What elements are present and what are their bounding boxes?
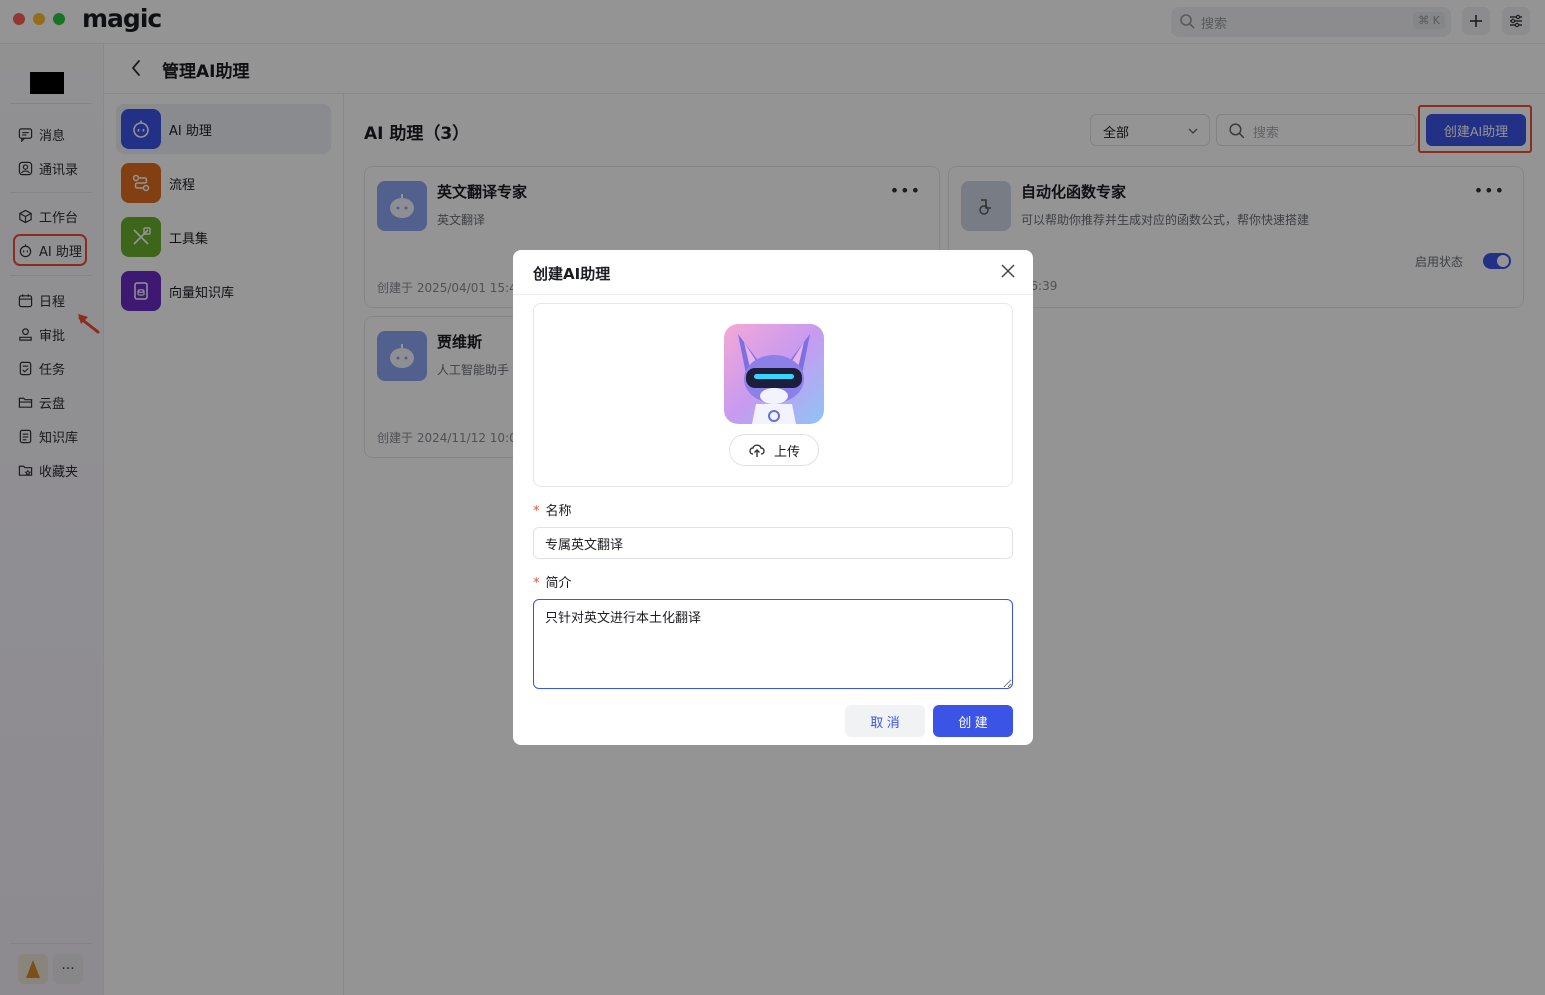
- fox-robot-avatar-icon: [738, 334, 810, 424]
- assistant-avatar-image: [724, 324, 824, 424]
- dialog-header: 创建AI助理: [513, 250, 1033, 295]
- upload-button[interactable]: 上传: [729, 434, 819, 466]
- name-label-text: 名称: [545, 504, 572, 519]
- description-textarea[interactable]: 只针对英文进行本土化翻译: [533, 599, 1013, 689]
- required-mark: *: [533, 504, 540, 519]
- upload-label: 上传: [773, 444, 800, 460]
- avatar-upload-area: 上传: [533, 303, 1013, 487]
- close-icon[interactable]: [1001, 264, 1015, 278]
- required-mark: *: [533, 576, 540, 591]
- dialog-title: 创建AI助理: [533, 265, 611, 283]
- cloud-upload-icon: [749, 444, 765, 457]
- cancel-button[interactable]: 取 消: [845, 705, 925, 737]
- desc-label-text: 简介: [545, 576, 572, 591]
- create-button[interactable]: 创 建: [933, 705, 1013, 737]
- desc-field-label: * 简介: [533, 572, 572, 591]
- name-field-label: * 名称: [533, 500, 572, 519]
- create-assistant-dialog: 创建AI助理 上传 *名称 *简介 只针对: [513, 250, 1033, 745]
- name-input[interactable]: [533, 527, 1013, 559]
